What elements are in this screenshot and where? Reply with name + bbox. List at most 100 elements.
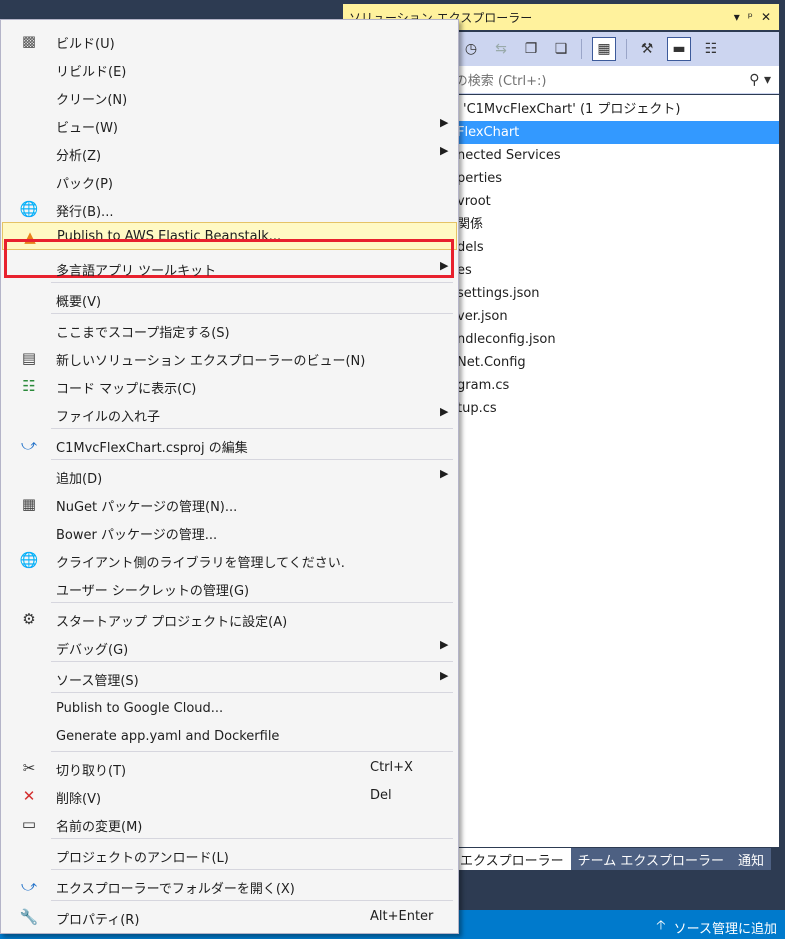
show-all-files-icon[interactable]: ▦ bbox=[592, 37, 616, 61]
copy-icon[interactable]: ❏ bbox=[551, 39, 571, 59]
menu-item-label: ビュー(W) bbox=[56, 121, 118, 136]
menu-item-generate-app-yaml[interactable]: Generate app.yaml and Dockerfile bbox=[2, 723, 457, 751]
menu-item-scope-to-this[interactable]: ここまでスコープ指定する(S) bbox=[2, 316, 457, 344]
add-to-source-control[interactable]: 🡡 ソース管理に追加 bbox=[656, 916, 777, 938]
menu-item-label: ソース管理(S) bbox=[56, 674, 139, 689]
menu-item-pack[interactable]: パック(P) bbox=[2, 167, 457, 195]
tab-team-explorer[interactable]: チーム エクスプローラー bbox=[570, 848, 731, 870]
menu-item-label: 切り取り(T) bbox=[56, 764, 127, 779]
open-folder-icon: ⤻ bbox=[20, 877, 38, 895]
menu-item-label: エクスプローラーでフォルダーを開く(X) bbox=[56, 882, 295, 897]
menu-item-analyze[interactable]: 分析(Z) ▶ bbox=[2, 139, 457, 167]
menu-item-clean[interactable]: クリーン(N) bbox=[2, 83, 457, 111]
menu-separator bbox=[51, 282, 453, 283]
wrench-icon: 🔧 bbox=[19, 908, 39, 926]
rename-icon: ▭ bbox=[21, 815, 37, 833]
delete-icon: ✕ bbox=[22, 787, 36, 805]
menu-item-label: Bower パッケージの管理... bbox=[56, 528, 218, 543]
menu-item-label: コード マップに表示(C) bbox=[56, 382, 197, 397]
submenu-arrow-icon: ▶ bbox=[440, 144, 449, 157]
menu-item-edit-csproj[interactable]: ⤻ C1MvcFlexChart.csproj の編集 bbox=[2, 431, 457, 459]
preview-icon[interactable]: ▬ bbox=[667, 37, 691, 61]
dropdown-icon[interactable]: ▾ bbox=[734, 10, 740, 24]
menu-item-label: パック(P) bbox=[56, 177, 113, 192]
menu-item-rebuild[interactable]: リビルド(E) bbox=[2, 55, 457, 83]
menu-item-file-nesting[interactable]: ファイルの入れ子 ▶ bbox=[2, 400, 457, 428]
code-map-icon: ☷ bbox=[22, 377, 36, 395]
menu-item-cut[interactable]: ✂ 切り取り(T) Ctrl+X bbox=[2, 754, 457, 782]
wrench-icon[interactable]: ⚒ bbox=[637, 39, 657, 59]
sync-icon[interactable]: ⇆ bbox=[491, 39, 511, 59]
menu-item-label: Generate app.yaml and Dockerfile bbox=[56, 729, 280, 744]
menu-item-label: 発行(B)... bbox=[56, 205, 114, 220]
menu-item-publish-google-cloud[interactable]: Publish to Google Cloud... bbox=[2, 695, 457, 723]
tree-item-label: ver.json bbox=[457, 309, 508, 324]
code-map-icon[interactable]: ☷ bbox=[701, 39, 721, 59]
menu-item-label: ユーザー シークレットの管理(G) bbox=[56, 584, 250, 599]
menu-item-unload-project[interactable]: プロジェクトのアンロード(L) bbox=[2, 841, 457, 869]
tree-item-label: 関係 bbox=[457, 217, 484, 232]
menu-item-label: Publish to AWS Elastic Beanstalk... bbox=[57, 229, 282, 244]
menu-separator bbox=[51, 602, 453, 603]
collapse-all-icon[interactable]: ❐ bbox=[521, 39, 541, 59]
menu-item-label: NuGet パッケージの管理(N)... bbox=[56, 500, 238, 515]
menu-item-label: C1MvcFlexChart.csproj の編集 bbox=[56, 441, 248, 456]
submenu-arrow-icon: ▶ bbox=[440, 669, 449, 682]
menu-item-label: プロパティ(R) bbox=[56, 913, 140, 928]
aws-icon: ▲ bbox=[24, 228, 36, 246]
scissors-icon: ✂ bbox=[22, 759, 36, 777]
menu-item-add[interactable]: 追加(D) ▶ bbox=[2, 462, 457, 490]
submenu-arrow-icon: ▶ bbox=[440, 467, 449, 480]
edit-project-icon: ⤻ bbox=[20, 436, 38, 454]
tree-item-label: Net.Config bbox=[457, 355, 526, 370]
new-view-icon: ▤ bbox=[21, 349, 37, 367]
tree-item-label: 'C1MvcFlexChart' (1 プロジェクト) bbox=[463, 102, 681, 117]
menu-separator bbox=[51, 838, 453, 839]
menu-item-label: 分析(Z) bbox=[56, 149, 102, 164]
menu-item-label: 概要(V) bbox=[56, 295, 102, 310]
tree-item-label: es bbox=[457, 263, 472, 278]
menu-separator bbox=[51, 869, 453, 870]
tree-item-label: gram.cs bbox=[457, 378, 510, 393]
tab-solution-explorer[interactable]: エクスプローラー bbox=[453, 848, 571, 870]
menu-item-new-explorer-view[interactable]: ▤ 新しいソリューション エクスプローラーのビュー(N) bbox=[2, 344, 457, 372]
gear-icon: ⚙ bbox=[22, 610, 36, 628]
menu-item-manage-user-secrets[interactable]: ユーザー シークレットの管理(G) bbox=[2, 574, 457, 602]
menu-item-publish-aws[interactable]: ▲ Publish to AWS Elastic Beanstalk... bbox=[2, 222, 457, 250]
search-icon[interactable]: ⚲ ▾ bbox=[749, 72, 771, 88]
menu-item-label: デバッグ(G) bbox=[56, 643, 129, 658]
menu-item-rename[interactable]: ▭ 名前の変更(M) bbox=[2, 810, 457, 838]
tab-notifications[interactable]: 通知 bbox=[730, 848, 771, 870]
menu-item-build[interactable]: ▩ ビルド(U) bbox=[2, 27, 457, 55]
menu-item-overview[interactable]: 概要(V) bbox=[2, 285, 457, 313]
menu-item-delete[interactable]: ✕ 削除(V) Del bbox=[2, 782, 457, 810]
status-right-text: ソース管理に追加 bbox=[673, 921, 777, 937]
menu-item-set-startup-project[interactable]: ⚙ スタートアップ プロジェクトに設定(A) bbox=[2, 605, 457, 633]
menu-item-label: ファイルの入れ子 bbox=[56, 410, 161, 425]
menu-item-manage-nuget[interactable]: ▦ NuGet パッケージの管理(N)... bbox=[2, 490, 457, 518]
menu-separator bbox=[51, 313, 453, 314]
tree-item-label: dels bbox=[457, 240, 484, 255]
menu-item-open-folder-in-explorer[interactable]: ⤻ エクスプローラーでフォルダーを開く(X) bbox=[2, 872, 457, 900]
menu-item-label: スタートアップ プロジェクトに設定(A) bbox=[56, 615, 288, 630]
submenu-arrow-icon: ▶ bbox=[440, 259, 449, 272]
menu-item-view[interactable]: ビュー(W) ▶ bbox=[2, 111, 457, 139]
menu-separator bbox=[51, 428, 453, 429]
close-icon[interactable]: ✕ bbox=[761, 10, 771, 24]
menu-item-properties[interactable]: 🔧 プロパティ(R) Alt+Enter bbox=[2, 903, 457, 931]
nuget-icon: ▦ bbox=[21, 495, 37, 513]
menu-item-source-control[interactable]: ソース管理(S) ▶ bbox=[2, 664, 457, 692]
history-icon[interactable]: ◷ bbox=[461, 39, 481, 59]
menu-item-show-on-code-map[interactable]: ☷ コード マップに表示(C) bbox=[2, 372, 457, 400]
menu-item-publish[interactable]: 🌐 発行(B)... bbox=[2, 195, 457, 223]
menu-item-manage-bower[interactable]: Bower パッケージの管理... bbox=[2, 518, 457, 546]
menu-item-label: リビルド(E) bbox=[56, 65, 127, 80]
menu-separator bbox=[51, 459, 453, 460]
menu-item-label: 追加(D) bbox=[56, 472, 103, 487]
menu-item-multilingual-toolkit[interactable]: 多言語アプリ ツールキット ▶ bbox=[2, 254, 457, 282]
tree-item-label: FlexChart bbox=[457, 125, 520, 140]
menu-item-manage-client-libraries[interactable]: 🌐 クライアント側のライブラリを管理してください. bbox=[2, 546, 457, 574]
pin-icon[interactable]: ᵖ bbox=[748, 10, 753, 24]
menu-item-debug[interactable]: デバッグ(G) ▶ bbox=[2, 633, 457, 661]
tree-item-label: tup.cs bbox=[457, 401, 497, 416]
